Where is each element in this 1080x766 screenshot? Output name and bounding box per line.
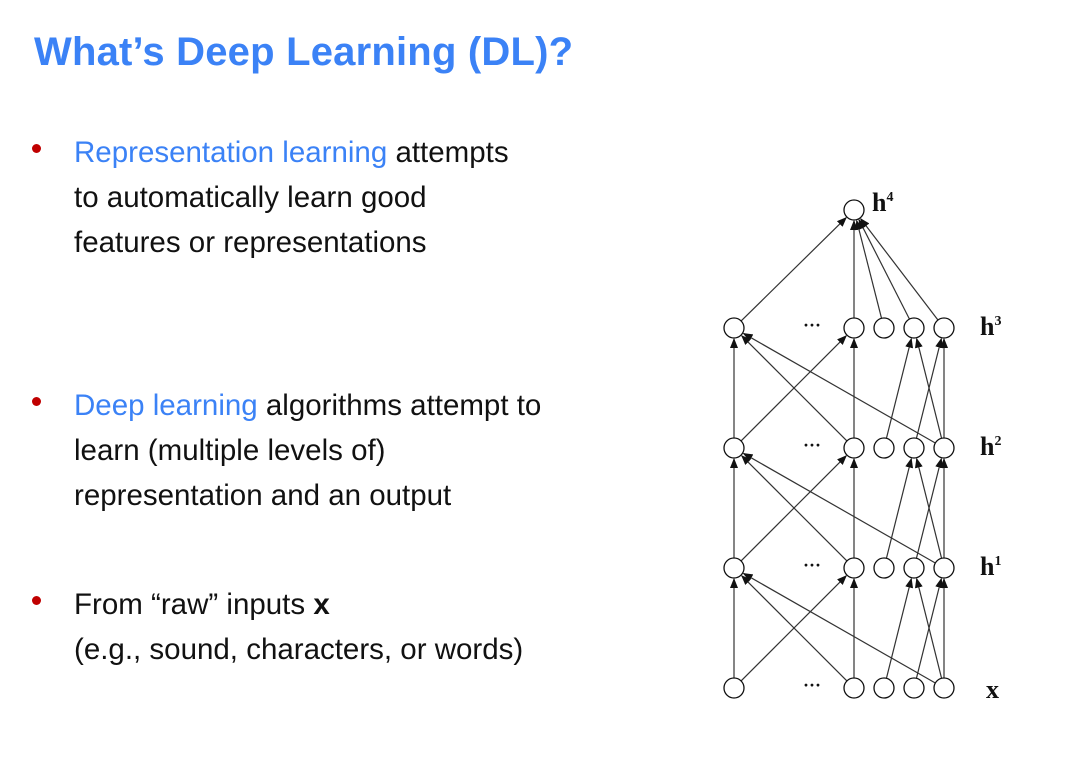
bullet-text-pre: From “raw” inputs xyxy=(74,588,314,621)
unit-h2-5 xyxy=(933,437,955,459)
network-nodes xyxy=(723,199,955,699)
unit-h1-2 xyxy=(843,557,865,579)
ellipsis-h3: ··· xyxy=(803,315,821,335)
unit-x-3 xyxy=(873,677,895,699)
edge-h3-h4 xyxy=(740,217,847,322)
edge-h2-h3 xyxy=(742,332,936,444)
term-x: x xyxy=(313,588,330,621)
bullet-text-line: representation and an output xyxy=(74,479,452,512)
ellipsis-x: ··· xyxy=(803,675,821,695)
edge-h2-h3 xyxy=(885,337,914,439)
unit-h2-4 xyxy=(903,437,925,459)
bullet-text-line: (e.g., sound, characters, or words) xyxy=(74,633,524,666)
unit-h3-2 xyxy=(843,317,865,339)
unit-h3-4 xyxy=(903,317,925,339)
label-h2: h2 xyxy=(980,432,1001,461)
edge-x-h1 xyxy=(742,572,936,684)
unit-h3-3 xyxy=(873,317,895,339)
edge-h1-h2 xyxy=(742,452,936,564)
term-deep-learning: Deep learning xyxy=(74,389,258,422)
unit-h4 xyxy=(843,199,865,221)
bullet-text: Representation learning attempts to auto… xyxy=(74,130,664,265)
bullet-text-rest: attempts xyxy=(387,136,509,169)
edge-h1-h2 xyxy=(885,457,914,559)
unit-h2-1 xyxy=(723,437,745,459)
unit-x-4 xyxy=(903,677,925,699)
label-h3: h3 xyxy=(980,312,1001,341)
label-x: x xyxy=(986,675,999,704)
bullet-text: From “raw” inputs x (e.g., sound, charac… xyxy=(74,582,664,672)
slide-title: What’s Deep Learning (DL)? xyxy=(34,30,574,74)
bullet-text-line: learn (multiple levels of) xyxy=(74,434,386,467)
bullet-dot xyxy=(32,397,41,406)
bullet-text-rest: algorithms attempt to xyxy=(257,389,542,422)
edge-h3-h4 xyxy=(858,218,911,320)
unit-h2-3 xyxy=(873,437,895,459)
bullet-dot xyxy=(32,596,41,605)
ellipsis-h1: ··· xyxy=(803,555,821,575)
unit-h1-4 xyxy=(903,557,925,579)
label-h4: h4 xyxy=(872,188,893,217)
ellipsis-h2: ··· xyxy=(803,435,821,455)
bullet-text: Deep learning algorithms attempt to lear… xyxy=(74,383,664,518)
unit-h3-1 xyxy=(723,317,745,339)
unit-h1-3 xyxy=(873,557,895,579)
unit-h2-2 xyxy=(843,437,865,459)
unit-h1-1 xyxy=(723,557,745,579)
unit-h1-5 xyxy=(933,557,955,579)
unit-x-1 xyxy=(723,677,745,699)
bullet-text-line: to automatically learn good xyxy=(74,181,427,214)
unit-x-5 xyxy=(933,677,955,699)
bullet-text-line: features or representations xyxy=(74,226,427,259)
unit-h3-5 xyxy=(933,317,955,339)
label-h1: h1 xyxy=(980,552,1001,581)
unit-x-2 xyxy=(843,677,865,699)
bullet-dot xyxy=(32,144,41,153)
deep-network-diagram: ··· ··· ··· ··· h4 h3 h2 h1 x xyxy=(723,188,1001,704)
edge-h3-h4 xyxy=(860,217,939,321)
edge-h3-h4 xyxy=(855,219,883,319)
edge-x-h1 xyxy=(885,577,914,679)
term-representation-learning: Representation learning xyxy=(74,136,388,169)
